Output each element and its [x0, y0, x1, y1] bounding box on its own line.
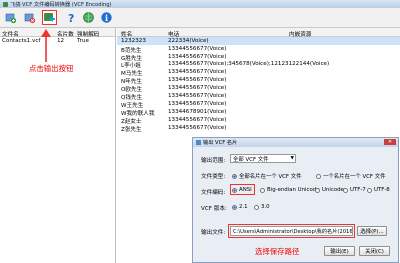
- output-path-field[interactable]: C:\Users\Administrator\Desktop\我的名片(2016…: [230, 226, 353, 236]
- radio-selected-icon: [232, 204, 237, 210]
- open-icon: [5, 13, 17, 24]
- file-name: Contacts1.vcf: [2, 38, 41, 44]
- dialog-title: 输出 VCF 名片: [203, 140, 238, 146]
- radio-empty-icon: [343, 187, 348, 193]
- radio-empty-icon: [260, 187, 265, 193]
- svg-text:i: i: [105, 13, 108, 23]
- contact-name: 1232323: [121, 37, 146, 44]
- version-30-radio[interactable]: 3.0: [254, 204, 270, 210]
- contact-phone: 13344556677(Voice): [168, 77, 227, 84]
- contact-row[interactable]: M马先生 13344556677(Voice): [117, 69, 400, 77]
- contact-row[interactable]: B范先生 13344556677(Voice): [117, 45, 400, 54]
- add-file-button[interactable]: [3, 10, 18, 25]
- contact-list-header: 姓名 电话 内嵌资源: [117, 28, 400, 38]
- export-icon: [44, 13, 55, 22]
- encoding-label: 文件编码:: [201, 190, 226, 196]
- contact-row[interactable]: W我的联人我 13344678901(Voice): [117, 108, 400, 117]
- contact-row[interactable]: O欧先生 13344556677(Voice): [117, 84, 400, 93]
- browse-button[interactable]: 选择(P)...: [357, 226, 387, 236]
- contact-row[interactable]: 1232323 222334(Voice): [117, 37, 400, 45]
- encoding-utf8-radio[interactable]: UTF-8: [367, 187, 390, 193]
- radio-empty-icon: [367, 187, 372, 193]
- svg-text:?: ?: [68, 12, 74, 24]
- contact-row[interactable]: Z赵女士 13344556677(Voice): [117, 116, 400, 125]
- contact-phone: 13344556677(Voice);345678(Voice);1212312…: [168, 61, 330, 68]
- file-row[interactable]: Contacts1.vcf 12 True: [0, 37, 115, 45]
- contact-phone: 13344556677(Voice): [168, 100, 227, 107]
- contact-phone: 13344556677(Voice): [168, 93, 227, 100]
- export-button[interactable]: [42, 10, 57, 25]
- help-icon: ?: [68, 12, 74, 24]
- radio-empty-icon: [316, 173, 321, 179]
- contact-phone: 13344556677(Voice): [168, 85, 227, 92]
- export-vcf-dialog: 输出 VCF 名片 ✕ 输出范围: 全部 VCF 文件 ▼ 文件类型: 全部名片…: [192, 137, 399, 263]
- globe-icon: [83, 12, 94, 23]
- radio-selected-icon: [232, 187, 237, 193]
- info-icon: i: [101, 12, 112, 23]
- annotation-arrow-export: [41, 29, 51, 62]
- radio-empty-icon: [254, 204, 259, 210]
- dialog-titlebar: 输出 VCF 名片: [193, 138, 398, 147]
- contact-row[interactable]: W王先生 13344556677(Voice): [117, 100, 400, 109]
- window-titlebar: 飞鸽 VCF 文件编码转换器 (VCF Encoding): [0, 0, 400, 8]
- encoding-unicode-radio[interactable]: Unicode: [315, 187, 344, 193]
- range-label: 输出范围:: [201, 158, 226, 164]
- contact-phone: 13344556677(Voice): [168, 124, 227, 131]
- contact-row[interactable]: Z张先生 13344556677(Voice): [117, 124, 400, 133]
- chevron-down-icon: ▼: [290, 156, 294, 161]
- annotation-click-export: 点击输出按钮: [29, 64, 74, 73]
- help-button[interactable]: ?: [64, 10, 79, 25]
- radio-selected-icon: [232, 173, 237, 179]
- window-title: 飞鸽 VCF 文件编码转换器 (VCF Encoding): [10, 1, 112, 8]
- contact-phone: 222334(Voice): [168, 37, 209, 44]
- contact-row[interactable]: N年先生 13344556677(Voice): [117, 76, 400, 85]
- contact-phone: 13344556677(Voice): [168, 53, 227, 60]
- range-value: 全部 VCF 文件: [233, 156, 269, 163]
- encoding-big-endian-radio[interactable]: Big-endian Unicode: [260, 187, 320, 193]
- filetype-single-file-radio[interactable]: 全部名片在一个 VCF 文件: [232, 172, 302, 180]
- contact-row[interactable]: G胜先生 13344556677(Voice): [117, 53, 400, 62]
- file-count: 12: [57, 38, 65, 44]
- remove-file-button[interactable]: [22, 10, 37, 25]
- contact-name: Z张先生: [121, 126, 142, 133]
- file-force: True: [77, 38, 89, 44]
- filetype-label: 文件类型:: [201, 174, 226, 180]
- dialog-close-button[interactable]: ✕: [384, 139, 396, 145]
- filetype-one-per-file-radio[interactable]: 一个名片在一个 VCF 文件: [316, 172, 386, 180]
- encoding-utf7-radio[interactable]: UTF-7: [343, 187, 366, 193]
- toolbar: ? i: [0, 8, 400, 28]
- encoding-ansi-radio[interactable]: ANSI: [232, 187, 252, 193]
- export-confirm-button[interactable]: 输出(E): [324, 246, 355, 256]
- version-label: VCF 版本:: [201, 206, 227, 212]
- output-file-label: 输出文件:: [201, 230, 226, 236]
- close-button[interactable]: 关闭(C): [359, 246, 390, 256]
- contact-row[interactable]: Q钱先生 13344556677(Voice): [117, 92, 400, 101]
- contact-phone: 13344556677(Voice): [168, 116, 227, 123]
- dialog-icon: [196, 140, 201, 145]
- delete-icon: [24, 13, 36, 24]
- contact-phone: 13344556677(Voice): [168, 45, 227, 52]
- contact-phone: 13344556677(Voice): [168, 69, 227, 76]
- website-button[interactable]: [81, 10, 96, 25]
- version-21-radio[interactable]: 2.1: [232, 204, 248, 210]
- about-button[interactable]: i: [99, 10, 114, 25]
- app-icon: [3, 1, 8, 7]
- annotation-choose-path: 选择保存路径: [255, 247, 300, 256]
- file-list-header: 文件名 名片数 强制解码: [0, 28, 115, 38]
- radio-empty-icon: [315, 187, 320, 193]
- contact-phone: 13344678901(Voice): [168, 108, 227, 115]
- contact-row[interactable]: L李小姐 13344556677(Voice);345678(Voice);121…: [117, 61, 400, 69]
- range-select[interactable]: 全部 VCF 文件 ▼: [230, 154, 296, 163]
